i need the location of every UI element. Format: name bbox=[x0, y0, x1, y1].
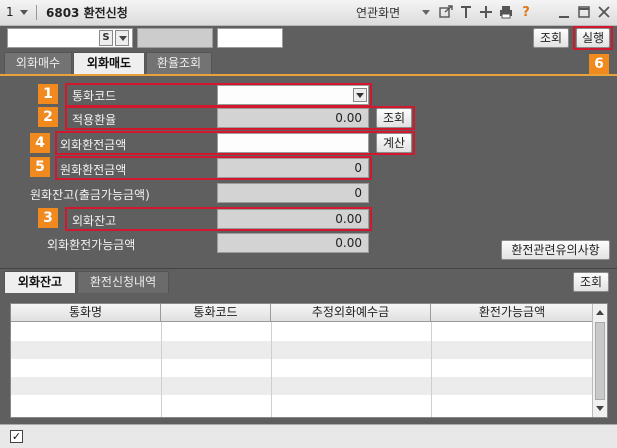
applied-rate-field: 0.00 bbox=[217, 108, 369, 128]
currency-code-label: 통화코드 bbox=[72, 89, 117, 103]
main-tabs: 외화매수 외화매도 환율조회 6 bbox=[0, 52, 617, 75]
column-estimated-fx-deposit[interactable]: 추정외화예수금 bbox=[271, 304, 431, 322]
rate-inquire-button[interactable]: 조회 bbox=[376, 108, 412, 128]
column-exchangeable-amount[interactable]: 환전가능금액 bbox=[431, 304, 593, 322]
fx-balance-grid[interactable]: 통화명 통화코드 추정외화예수금 환전가능금액 bbox=[10, 303, 608, 418]
help-icon[interactable]: ? bbox=[518, 5, 534, 21]
window-number[interactable]: 1 bbox=[6, 5, 14, 19]
account-name-field bbox=[137, 28, 213, 48]
calculate-button[interactable]: 계산 bbox=[376, 133, 412, 153]
balance-inquire-button[interactable]: 조회 bbox=[573, 272, 609, 292]
table-row[interactable] bbox=[11, 323, 593, 341]
table-row[interactable] bbox=[11, 377, 593, 395]
tab-exchange-history[interactable]: 환전신청내역 bbox=[77, 271, 169, 293]
account-dropdown-icon[interactable] bbox=[115, 30, 129, 46]
title-separator bbox=[36, 5, 37, 20]
badge-5: 5 bbox=[30, 157, 50, 177]
column-currency-name[interactable]: 통화명 bbox=[11, 304, 161, 322]
badge-2: 2 bbox=[38, 107, 58, 127]
exchange-notice-button[interactable]: 환전관련유의사항 bbox=[501, 240, 610, 260]
password-input[interactable] bbox=[217, 28, 283, 48]
text-icon[interactable] bbox=[458, 5, 474, 21]
fx-sell-form: 1 통화코드 2 적용환율 0.00 조회 4 외화환전금액 계산 5 원화환전… bbox=[0, 76, 617, 268]
grid-scrollbar[interactable] bbox=[592, 304, 607, 417]
inquire-button[interactable]: 조회 bbox=[533, 28, 569, 48]
tab-rate-inquiry[interactable]: 환율조회 bbox=[146, 52, 212, 74]
scroll-down-icon[interactable] bbox=[596, 406, 604, 411]
execute-button[interactable]: 실행 bbox=[576, 28, 610, 48]
plus-icon[interactable] bbox=[478, 5, 494, 21]
linked-screen-chevron-down-icon[interactable] bbox=[422, 10, 430, 15]
badge-4: 4 bbox=[30, 133, 50, 153]
badge-3: 3 bbox=[38, 208, 58, 228]
fx-exchangeable-label: 외화환전가능금액 bbox=[47, 238, 136, 252]
linked-screen-menu[interactable]: 연관화면 bbox=[356, 4, 400, 21]
title-bar: 1 6803 환전신청 연관화면 ? bbox=[0, 0, 617, 26]
maximize-icon[interactable] bbox=[576, 5, 592, 21]
grid-header: 통화명 통화코드 추정외화예수금 환전가능금액 bbox=[11, 304, 593, 322]
currency-code-select[interactable] bbox=[217, 85, 369, 105]
status-bar: ✓ bbox=[0, 424, 617, 448]
krw-amount-field: 0 bbox=[217, 158, 369, 178]
table-row[interactable] bbox=[11, 395, 593, 413]
tab-fx-balance[interactable]: 외화잔고 bbox=[4, 271, 76, 293]
krw-amount-label: 원화환전금액 bbox=[60, 163, 127, 177]
table-row[interactable] bbox=[11, 341, 593, 359]
currency-code-chevron-down-icon[interactable] bbox=[353, 88, 367, 102]
minimize-icon[interactable] bbox=[556, 5, 572, 21]
export-icon[interactable] bbox=[438, 5, 454, 21]
fx-amount-input[interactable] bbox=[217, 133, 369, 153]
badge-1: 1 bbox=[38, 84, 58, 104]
column-currency-code[interactable]: 통화코드 bbox=[161, 304, 271, 322]
badge-6: 6 bbox=[589, 54, 609, 74]
krw-balance-label: 원화잔고(출금가능금액) bbox=[30, 188, 150, 202]
scroll-thumb[interactable] bbox=[595, 322, 605, 400]
print-icon[interactable] bbox=[498, 5, 514, 21]
column-divider bbox=[431, 322, 432, 417]
close-icon[interactable] bbox=[596, 5, 612, 21]
krw-balance-field: 0 bbox=[217, 183, 369, 203]
window-title: 6803 환전신청 bbox=[46, 6, 128, 20]
tab-fx-buy[interactable]: 외화매수 bbox=[4, 52, 72, 74]
column-divider bbox=[161, 322, 162, 417]
column-divider bbox=[271, 322, 272, 417]
account-toolbar: S 조회 실행 bbox=[0, 26, 617, 50]
table-row[interactable] bbox=[11, 359, 593, 377]
fx-balance-label: 외화잔고 bbox=[72, 214, 117, 228]
balance-tabs: 외화잔고 환전신청내역 조회 bbox=[0, 268, 617, 294]
fx-balance-field: 0.00 bbox=[217, 209, 369, 229]
tab-fx-sell[interactable]: 외화매도 bbox=[73, 52, 145, 75]
status-checkbox[interactable]: ✓ bbox=[10, 430, 23, 443]
applied-rate-label: 적용환율 bbox=[72, 113, 117, 127]
s-button[interactable]: S bbox=[99, 30, 113, 46]
fx-exchangeable-field: 0.00 bbox=[217, 233, 369, 253]
fx-amount-label: 외화환전금액 bbox=[60, 138, 127, 152]
scroll-up-icon[interactable] bbox=[596, 310, 604, 315]
window-number-dropdown-icon[interactable] bbox=[20, 10, 28, 15]
